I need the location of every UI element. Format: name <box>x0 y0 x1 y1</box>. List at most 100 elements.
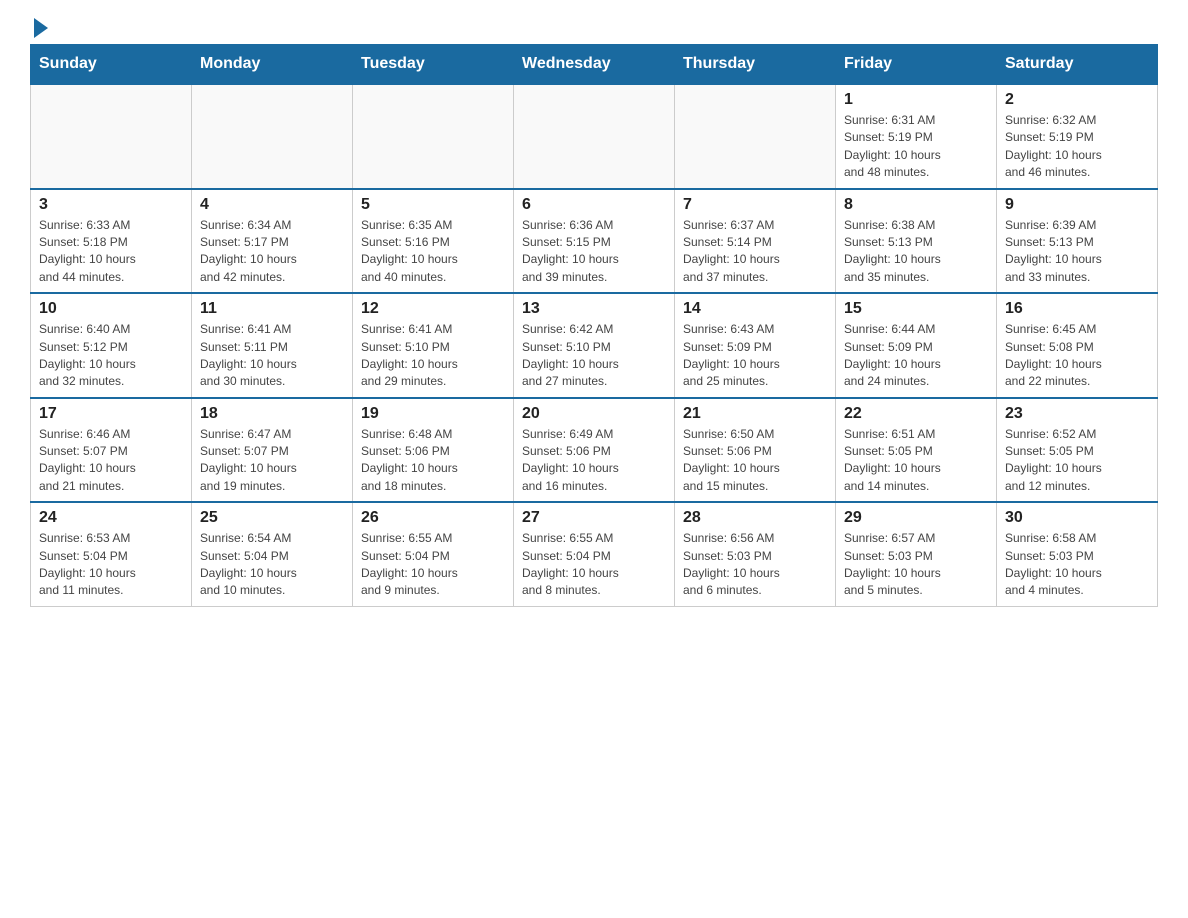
day-info: Sunrise: 6:49 AM Sunset: 5:06 PM Dayligh… <box>522 426 666 496</box>
calendar-header-row: SundayMondayTuesdayWednesdayThursdayFrid… <box>31 45 1158 85</box>
calendar-cell <box>31 84 192 189</box>
day-info: Sunrise: 6:53 AM Sunset: 5:04 PM Dayligh… <box>39 530 183 600</box>
day-info: Sunrise: 6:38 AM Sunset: 5:13 PM Dayligh… <box>844 217 988 287</box>
day-number: 23 <box>1005 405 1149 423</box>
day-info: Sunrise: 6:41 AM Sunset: 5:10 PM Dayligh… <box>361 321 505 391</box>
day-number: 16 <box>1005 300 1149 318</box>
day-number: 10 <box>39 300 183 318</box>
day-number: 11 <box>200 300 344 318</box>
weekday-header-tuesday: Tuesday <box>353 45 514 85</box>
calendar-cell: 1 Sunrise: 6:31 AM Sunset: 5:19 PM Daylig… <box>836 84 997 189</box>
weekday-header-sunday: Sunday <box>31 45 192 85</box>
calendar-cell: 2 Sunrise: 6:32 AM Sunset: 5:19 PM Daylig… <box>997 84 1158 189</box>
day-number: 24 <box>39 509 183 527</box>
day-number: 15 <box>844 300 988 318</box>
calendar-cell: 15 Sunrise: 6:44 AM Sunset: 5:09 PM Dayli… <box>836 293 997 398</box>
day-number: 4 <box>200 196 344 214</box>
logo-arrow-icon <box>34 18 48 38</box>
calendar-cell: 25Sunrise: 6:54 AM Sunset: 5:04 PM Dayli… <box>192 502 353 606</box>
calendar-cell: 3 Sunrise: 6:33 AM Sunset: 5:18 PM Daylig… <box>31 189 192 294</box>
day-number: 21 <box>683 405 827 423</box>
day-info: Sunrise: 6:34 AM Sunset: 5:17 PM Dayligh… <box>200 217 344 287</box>
day-number: 3 <box>39 196 183 214</box>
calendar-cell <box>353 84 514 189</box>
day-info: Sunrise: 6:57 AM Sunset: 5:03 PM Dayligh… <box>844 530 988 600</box>
day-info: Sunrise: 6:33 AM Sunset: 5:18 PM Dayligh… <box>39 217 183 287</box>
day-number: 26 <box>361 509 505 527</box>
day-info: Sunrise: 6:46 AM Sunset: 5:07 PM Dayligh… <box>39 426 183 496</box>
day-number: 30 <box>1005 509 1149 527</box>
day-info: Sunrise: 6:52 AM Sunset: 5:05 PM Dayligh… <box>1005 426 1149 496</box>
day-info: Sunrise: 6:37 AM Sunset: 5:14 PM Dayligh… <box>683 217 827 287</box>
weekday-header-saturday: Saturday <box>997 45 1158 85</box>
day-info: Sunrise: 6:55 AM Sunset: 5:04 PM Dayligh… <box>522 530 666 600</box>
day-number: 19 <box>361 405 505 423</box>
calendar-week-row: 10 Sunrise: 6:40 AM Sunset: 5:12 PM Dayli… <box>31 293 1158 398</box>
calendar-table: SundayMondayTuesdayWednesdayThursdayFrid… <box>30 44 1158 607</box>
calendar-cell: 21 Sunrise: 6:50 AM Sunset: 5:06 PM Dayli… <box>675 398 836 503</box>
weekday-header-monday: Monday <box>192 45 353 85</box>
calendar-cell <box>192 84 353 189</box>
day-info: Sunrise: 6:43 AM Sunset: 5:09 PM Dayligh… <box>683 321 827 391</box>
day-info: Sunrise: 6:32 AM Sunset: 5:19 PM Dayligh… <box>1005 112 1149 182</box>
calendar-cell: 5Sunrise: 6:35 AM Sunset: 5:16 PM Daylig… <box>353 189 514 294</box>
calendar-cell: 11Sunrise: 6:41 AM Sunset: 5:11 PM Dayli… <box>192 293 353 398</box>
day-number: 20 <box>522 405 666 423</box>
calendar-cell: 6 Sunrise: 6:36 AM Sunset: 5:15 PM Daylig… <box>514 189 675 294</box>
calendar-cell: 7 Sunrise: 6:37 AM Sunset: 5:14 PM Daylig… <box>675 189 836 294</box>
calendar-cell <box>675 84 836 189</box>
calendar-cell: 24 Sunrise: 6:53 AM Sunset: 5:04 PM Dayli… <box>31 502 192 606</box>
day-info: Sunrise: 6:45 AM Sunset: 5:08 PM Dayligh… <box>1005 321 1149 391</box>
calendar-cell <box>514 84 675 189</box>
day-info: Sunrise: 6:58 AM Sunset: 5:03 PM Dayligh… <box>1005 530 1149 600</box>
weekday-header-friday: Friday <box>836 45 997 85</box>
day-number: 2 <box>1005 91 1149 109</box>
calendar-cell: 17 Sunrise: 6:46 AM Sunset: 5:07 PM Dayli… <box>31 398 192 503</box>
calendar-week-row: 24 Sunrise: 6:53 AM Sunset: 5:04 PM Dayli… <box>31 502 1158 606</box>
calendar-cell: 10 Sunrise: 6:40 AM Sunset: 5:12 PM Dayli… <box>31 293 192 398</box>
day-info: Sunrise: 6:36 AM Sunset: 5:15 PM Dayligh… <box>522 217 666 287</box>
day-number: 1 <box>844 91 988 109</box>
calendar-week-row: 3 Sunrise: 6:33 AM Sunset: 5:18 PM Daylig… <box>31 189 1158 294</box>
day-number: 14 <box>683 300 827 318</box>
calendar-cell: 29 Sunrise: 6:57 AM Sunset: 5:03 PM Dayli… <box>836 502 997 606</box>
day-number: 7 <box>683 196 827 214</box>
calendar-cell: 12 Sunrise: 6:41 AM Sunset: 5:10 PM Dayli… <box>353 293 514 398</box>
calendar-cell: 4 Sunrise: 6:34 AM Sunset: 5:17 PM Daylig… <box>192 189 353 294</box>
calendar-week-row: 1 Sunrise: 6:31 AM Sunset: 5:19 PM Daylig… <box>31 84 1158 189</box>
day-info: Sunrise: 6:39 AM Sunset: 5:13 PM Dayligh… <box>1005 217 1149 287</box>
day-info: Sunrise: 6:31 AM Sunset: 5:19 PM Dayligh… <box>844 112 988 182</box>
day-info: Sunrise: 6:47 AM Sunset: 5:07 PM Dayligh… <box>200 426 344 496</box>
day-number: 18 <box>200 405 344 423</box>
day-info: Sunrise: 6:48 AM Sunset: 5:06 PM Dayligh… <box>361 426 505 496</box>
day-info: Sunrise: 6:55 AM Sunset: 5:04 PM Dayligh… <box>361 530 505 600</box>
calendar-cell: 27 Sunrise: 6:55 AM Sunset: 5:04 PM Dayli… <box>514 502 675 606</box>
calendar-cell: 9Sunrise: 6:39 AM Sunset: 5:13 PM Daylig… <box>997 189 1158 294</box>
calendar-cell: 20 Sunrise: 6:49 AM Sunset: 5:06 PM Dayli… <box>514 398 675 503</box>
day-number: 17 <box>39 405 183 423</box>
calendar-week-row: 17 Sunrise: 6:46 AM Sunset: 5:07 PM Dayli… <box>31 398 1158 503</box>
page-header <box>30 20 1158 34</box>
day-info: Sunrise: 6:44 AM Sunset: 5:09 PM Dayligh… <box>844 321 988 391</box>
calendar-cell: 16 Sunrise: 6:45 AM Sunset: 5:08 PM Dayli… <box>997 293 1158 398</box>
day-info: Sunrise: 6:51 AM Sunset: 5:05 PM Dayligh… <box>844 426 988 496</box>
day-number: 28 <box>683 509 827 527</box>
day-info: Sunrise: 6:50 AM Sunset: 5:06 PM Dayligh… <box>683 426 827 496</box>
calendar-cell: 23 Sunrise: 6:52 AM Sunset: 5:05 PM Dayli… <box>997 398 1158 503</box>
calendar-cell: 18 Sunrise: 6:47 AM Sunset: 5:07 PM Dayli… <box>192 398 353 503</box>
day-number: 27 <box>522 509 666 527</box>
day-number: 22 <box>844 405 988 423</box>
day-number: 13 <box>522 300 666 318</box>
day-number: 29 <box>844 509 988 527</box>
calendar-cell: 19 Sunrise: 6:48 AM Sunset: 5:06 PM Dayli… <box>353 398 514 503</box>
day-number: 12 <box>361 300 505 318</box>
calendar-cell: 13 Sunrise: 6:42 AM Sunset: 5:10 PM Dayli… <box>514 293 675 398</box>
calendar-cell: 14 Sunrise: 6:43 AM Sunset: 5:09 PM Dayli… <box>675 293 836 398</box>
day-info: Sunrise: 6:35 AM Sunset: 5:16 PM Dayligh… <box>361 217 505 287</box>
calendar-cell: 30 Sunrise: 6:58 AM Sunset: 5:03 PM Dayli… <box>997 502 1158 606</box>
day-number: 6 <box>522 196 666 214</box>
day-info: Sunrise: 6:56 AM Sunset: 5:03 PM Dayligh… <box>683 530 827 600</box>
day-info: Sunrise: 6:40 AM Sunset: 5:12 PM Dayligh… <box>39 321 183 391</box>
logo <box>30 20 48 34</box>
day-info: Sunrise: 6:42 AM Sunset: 5:10 PM Dayligh… <box>522 321 666 391</box>
